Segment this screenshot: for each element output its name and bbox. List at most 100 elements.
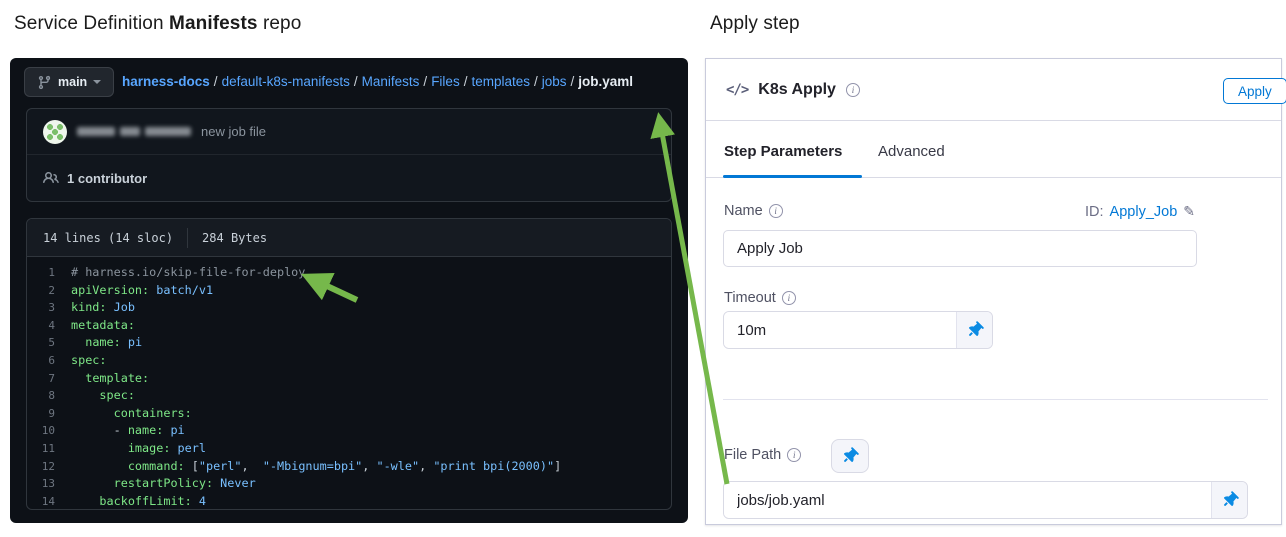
line-number[interactable]: 13 <box>27 475 71 493</box>
line-number[interactable]: 4 <box>27 317 71 335</box>
commit-message[interactable]: new job file <box>201 124 266 139</box>
right-section-title: Apply step <box>710 13 800 34</box>
code-line: 5 name: pi <box>27 334 671 352</box>
chevron-down-icon <box>93 80 102 84</box>
line-number[interactable]: 2 <box>27 282 71 300</box>
step-id-block: ID: Apply_Job ✎ <box>1085 203 1195 220</box>
info-icon[interactable]: i <box>768 204 783 218</box>
file-path-input-pin-button[interactable] <box>1211 482 1247 518</box>
id-prefix: ID: <box>1085 203 1104 220</box>
code-text: # harness.io/skip-file-for-deploy <box>71 265 306 279</box>
line-number[interactable]: 8 <box>27 387 71 405</box>
breadcrumb-segment-jobs[interactable]: jobs <box>542 74 567 89</box>
step-title: K8s Apply <box>758 80 836 98</box>
info-icon[interactable]: i <box>787 448 802 462</box>
code-text: containers: <box>113 405 192 420</box>
line-number[interactable]: 3 <box>27 299 71 317</box>
line-number[interactable]: 5 <box>27 334 71 352</box>
latest-commit-box: new job file 1 contributor <box>26 108 672 202</box>
code-line: 13 restartPolicy: Never <box>27 475 671 493</box>
timeout-input[interactable] <box>724 312 956 348</box>
code-text: spec: <box>99 388 135 403</box>
breadcrumb-segment-Files[interactable]: Files <box>431 74 460 89</box>
step-tabs: Step Parameters Advanced <box>706 121 1281 178</box>
breadcrumb-separator: / <box>353 74 358 89</box>
file-lines-count: 14 lines (14 sloc) <box>43 230 174 245</box>
info-icon[interactable]: i <box>845 82 860 97</box>
screenshot-root: Service Definition Manifests repo Apply … <box>0 0 1286 537</box>
code-lines: 1 # harness.io/skip-file-for-deploy 2 apiVe… <box>27 257 671 509</box>
contributors-label[interactable]: 1 contributor <box>67 171 147 186</box>
file-meta-bar: 14 lines (14 sloc) 284 Bytes <box>27 219 671 257</box>
code-line: 4 metadata: <box>27 317 671 335</box>
name-field-label: Name i <box>724 203 783 219</box>
branch-name: main <box>58 75 88 89</box>
file-path-input-group <box>723 481 1248 519</box>
file-content-box: 14 lines (14 sloc) 284 Bytes 1 # harness.… <box>26 218 672 510</box>
info-icon[interactable]: i <box>781 291 796 305</box>
breadcrumb: harness-docs / default-k8s-manifests / Manif… <box>122 74 633 89</box>
code-line: 2 apiVersion: batch/v1 <box>27 282 671 300</box>
file-path-field-label: File Path i <box>724 447 802 463</box>
line-number[interactable]: 14 <box>27 493 71 509</box>
breadcrumb-segment-Manifests[interactable]: Manifests <box>362 74 420 89</box>
file-path-pin-button[interactable] <box>831 439 869 473</box>
git-branch-icon <box>38 75 51 89</box>
tab-advanced[interactable]: Advanced <box>878 143 945 160</box>
breadcrumb-separator: / <box>534 74 538 89</box>
edit-pencil-icon[interactable]: ✎ <box>1183 203 1195 220</box>
code-text: name: pi <box>85 335 143 350</box>
breadcrumb-segment-default-k8s-manifests[interactable]: default-k8s-manifests <box>222 74 350 89</box>
github-topbar: main harness-docs / default-k8s-manifests /… <box>10 58 688 108</box>
tab-step-parameters[interactable]: Step Parameters <box>724 143 842 160</box>
breadcrumb-segment-job.yaml: job.yaml <box>578 74 634 89</box>
code-line: 11 image: perl <box>27 440 671 458</box>
contributors-row[interactable]: 1 contributor <box>27 154 671 201</box>
code-text: restartPolicy: Never <box>113 476 256 491</box>
meta-divider <box>187 227 189 248</box>
step-id-link[interactable]: Apply_Job <box>1110 204 1178 220</box>
github-file-panel: main harness-docs / default-k8s-manifests /… <box>10 58 688 523</box>
timeout-field-label: Timeout i <box>724 290 796 306</box>
breadcrumb-separator: / <box>423 74 428 89</box>
code-text: kind: Job <box>71 300 135 315</box>
line-number[interactable]: 10 <box>27 422 71 440</box>
code-line: 8 spec: <box>27 387 671 405</box>
file-size: 284 Bytes <box>202 230 268 245</box>
active-tab-underline <box>723 175 862 178</box>
code-text: template: <box>85 370 150 385</box>
commit-row[interactable]: new job file <box>27 109 671 154</box>
left-title-bold: Manifests <box>169 13 258 34</box>
line-number[interactable]: 7 <box>27 370 71 388</box>
code-line: 1 # harness.io/skip-file-for-deploy <box>27 264 671 282</box>
people-icon <box>43 171 59 184</box>
left-section-title: Service Definition Manifests repo <box>14 13 301 35</box>
code-line: 12 command: ["perl", "-Mbignum=bpi", "-w… <box>27 458 671 476</box>
breadcrumb-separator: / <box>463 74 468 89</box>
name-input[interactable] <box>723 230 1197 267</box>
section-divider <box>723 399 1268 400</box>
line-number[interactable]: 1 <box>27 264 71 282</box>
code-icon: </> <box>726 81 749 98</box>
line-number[interactable]: 6 <box>27 352 71 370</box>
breadcrumb-separator: / <box>570 74 575 89</box>
step-header: </> K8s Apply i Apply <box>706 59 1286 121</box>
apply-changes-button[interactable]: Apply <box>1223 78 1286 104</box>
code-line: 3 kind: Job <box>27 299 671 317</box>
line-number[interactable]: 12 <box>27 458 71 476</box>
code-line: 9 containers: <box>27 405 671 423</box>
breadcrumb-segment-harness-docs[interactable]: harness-docs <box>122 74 210 89</box>
line-number[interactable]: 9 <box>27 405 71 423</box>
breadcrumb-segment-templates[interactable]: templates <box>471 74 530 89</box>
left-title-post: repo <box>257 13 302 34</box>
line-number[interactable]: 11 <box>27 440 71 458</box>
avatar[interactable] <box>43 119 67 144</box>
file-path-input[interactable] <box>724 482 1211 518</box>
branch-selector[interactable]: main <box>24 67 115 97</box>
code-text: image: perl <box>127 440 206 455</box>
breadcrumb-separator: / <box>213 74 218 89</box>
pin-icon <box>968 321 984 336</box>
timeout-input-group <box>723 311 993 349</box>
code-line: 6 spec: <box>27 352 671 370</box>
timeout-pin-button[interactable] <box>956 312 992 348</box>
